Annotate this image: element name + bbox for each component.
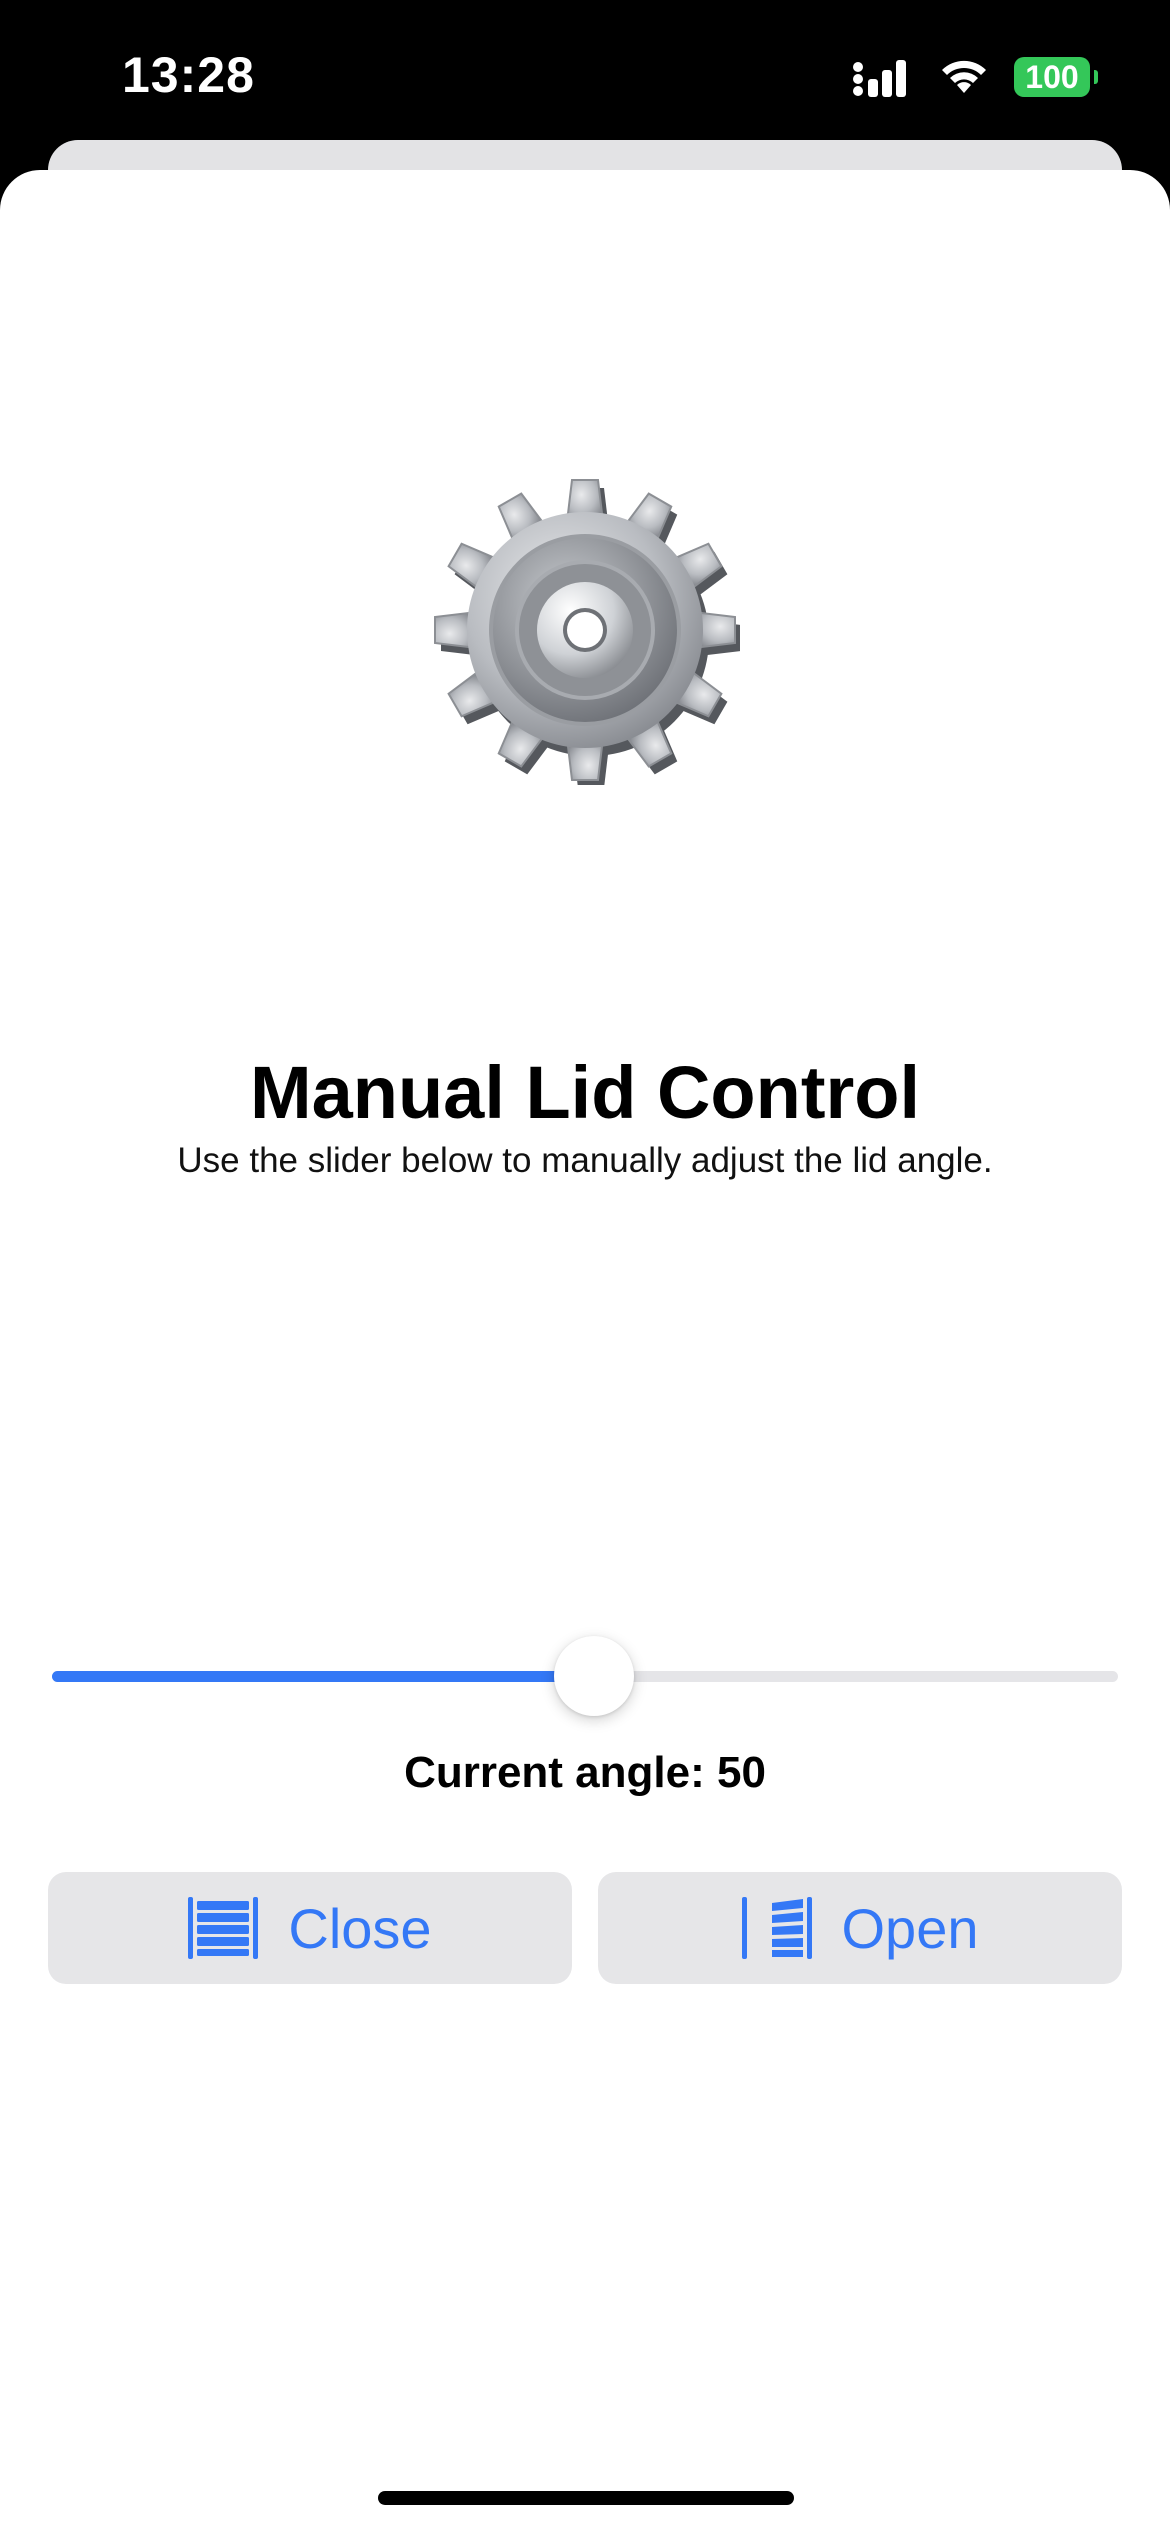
lid-angle-slider[interactable] bbox=[52, 1636, 1118, 1716]
lid-closed-icon bbox=[188, 1897, 259, 1959]
battery-icon: 100 bbox=[1014, 57, 1098, 97]
current-angle-label: Current angle: 50 bbox=[404, 1748, 766, 1797]
slider-fill bbox=[52, 1671, 594, 1682]
open-button[interactable]: Open bbox=[598, 1872, 1122, 1984]
status-time: 13:28 bbox=[122, 47, 255, 103]
open-button-label: Open bbox=[841, 1896, 979, 1960]
slider-thumb[interactable] bbox=[554, 1636, 634, 1716]
close-button-label: Close bbox=[288, 1896, 432, 1960]
status-icons: 100 bbox=[852, 54, 1098, 100]
status-bar: 13:28 100 bbox=[0, 0, 1170, 150]
battery-level: 100 bbox=[1025, 58, 1079, 95]
wifi-icon bbox=[942, 60, 986, 93]
home-indicator[interactable] bbox=[378, 2491, 794, 2505]
page-subtitle: Use the slider below to manually adjust … bbox=[177, 1141, 993, 1180]
cellular-signal-icon bbox=[853, 60, 906, 97]
close-button[interactable]: Close bbox=[48, 1872, 572, 1984]
lid-open-icon bbox=[741, 1897, 812, 1959]
gear-icon bbox=[430, 475, 741, 788]
page-title: Manual Lid Control bbox=[249, 1051, 921, 1134]
